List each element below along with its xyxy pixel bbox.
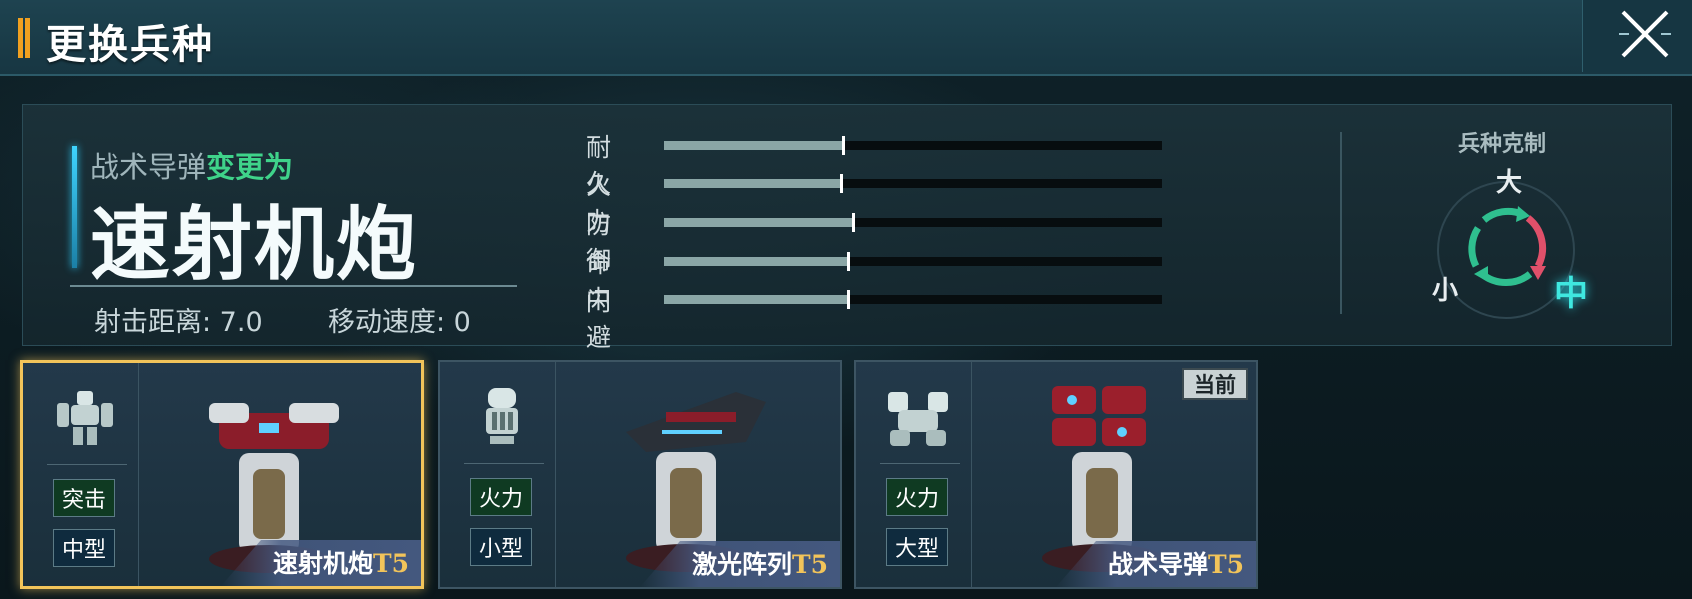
close-icon[interactable] [1617, 6, 1673, 62]
close-button[interactable] [1582, 0, 1692, 72]
counter-title: 兵种克制 [1458, 132, 1547, 157]
card-separator [47, 464, 127, 465]
card-side: 火力 大型 [856, 362, 972, 587]
card-separator [464, 463, 544, 464]
stat-track [664, 252, 1162, 271]
unit-card[interactable]: 火力 大型 当前 战术导弹T5 [854, 360, 1258, 589]
stat-tick [847, 290, 851, 309]
stat-fill [664, 179, 841, 188]
role-tag: 突击 [53, 479, 115, 517]
stat-track [664, 174, 1162, 193]
card-name: 激光阵列T5 [692, 545, 828, 581]
unit-card[interactable]: 突击 中型 速射机炮T5 [20, 360, 424, 589]
counter-large: 大 [1496, 168, 1523, 198]
range-stat: 射击距离: 7.0 [94, 307, 263, 338]
stat-fill [664, 257, 849, 266]
stat-tick [852, 213, 856, 232]
card-name-text: 战术导弹 [1107, 550, 1208, 579]
card-name-text: 速射机炮 [272, 549, 373, 578]
card-side: 突击 中型 [23, 363, 139, 586]
card-name: 战术导弹T5 [1108, 545, 1244, 581]
size-tag: 大型 [886, 528, 948, 566]
large-mech-icon [888, 392, 948, 446]
card-separator [880, 463, 960, 464]
page-title: 更换兵种 [46, 21, 214, 68]
counter-small: 小 [1432, 276, 1459, 306]
small-mech-icon [486, 388, 518, 444]
header-bar: 更换兵种 [0, 0, 1692, 76]
assault-mech-icon [57, 391, 113, 445]
vertical-divider [1340, 132, 1342, 314]
stat-tick [842, 136, 846, 155]
card-side: 火力 小型 [440, 362, 556, 587]
divider [70, 285, 517, 287]
size-tag: 小型 [470, 528, 532, 566]
from-unit-name: 战术导弹 [90, 150, 207, 184]
stat-track [664, 290, 1162, 309]
role-tag: 火力 [470, 478, 532, 516]
stat-track [664, 136, 1162, 155]
title-accent-bar [72, 146, 77, 268]
card-tier: T5 [792, 550, 828, 579]
stat-fill [664, 141, 844, 150]
stat-track [664, 213, 1162, 232]
stat-fill [664, 218, 854, 227]
counter-medium: 中 [1554, 274, 1588, 314]
stat-fill [664, 295, 849, 304]
stat-label: 闪避 [586, 287, 612, 352]
current-badge: 当前 [1182, 368, 1248, 400]
card-tier: T5 [373, 549, 409, 578]
stat-tick [839, 174, 843, 193]
header-accent-icon [18, 18, 30, 58]
card-tier: T5 [1208, 550, 1244, 579]
size-tag: 中型 [53, 529, 115, 567]
unit-card[interactable]: 火力 小型 激光阵列T5 [438, 360, 842, 589]
change-to-label: 变更为 [206, 150, 294, 184]
speed-stat: 移动速度: 0 [328, 307, 471, 338]
card-name: 速射机炮T5 [273, 544, 409, 580]
role-tag: 火力 [886, 478, 948, 516]
card-name-text: 激光阵列 [691, 550, 792, 579]
target-unit-name: 速射机炮 [90, 197, 418, 291]
stat-tick [847, 252, 851, 271]
